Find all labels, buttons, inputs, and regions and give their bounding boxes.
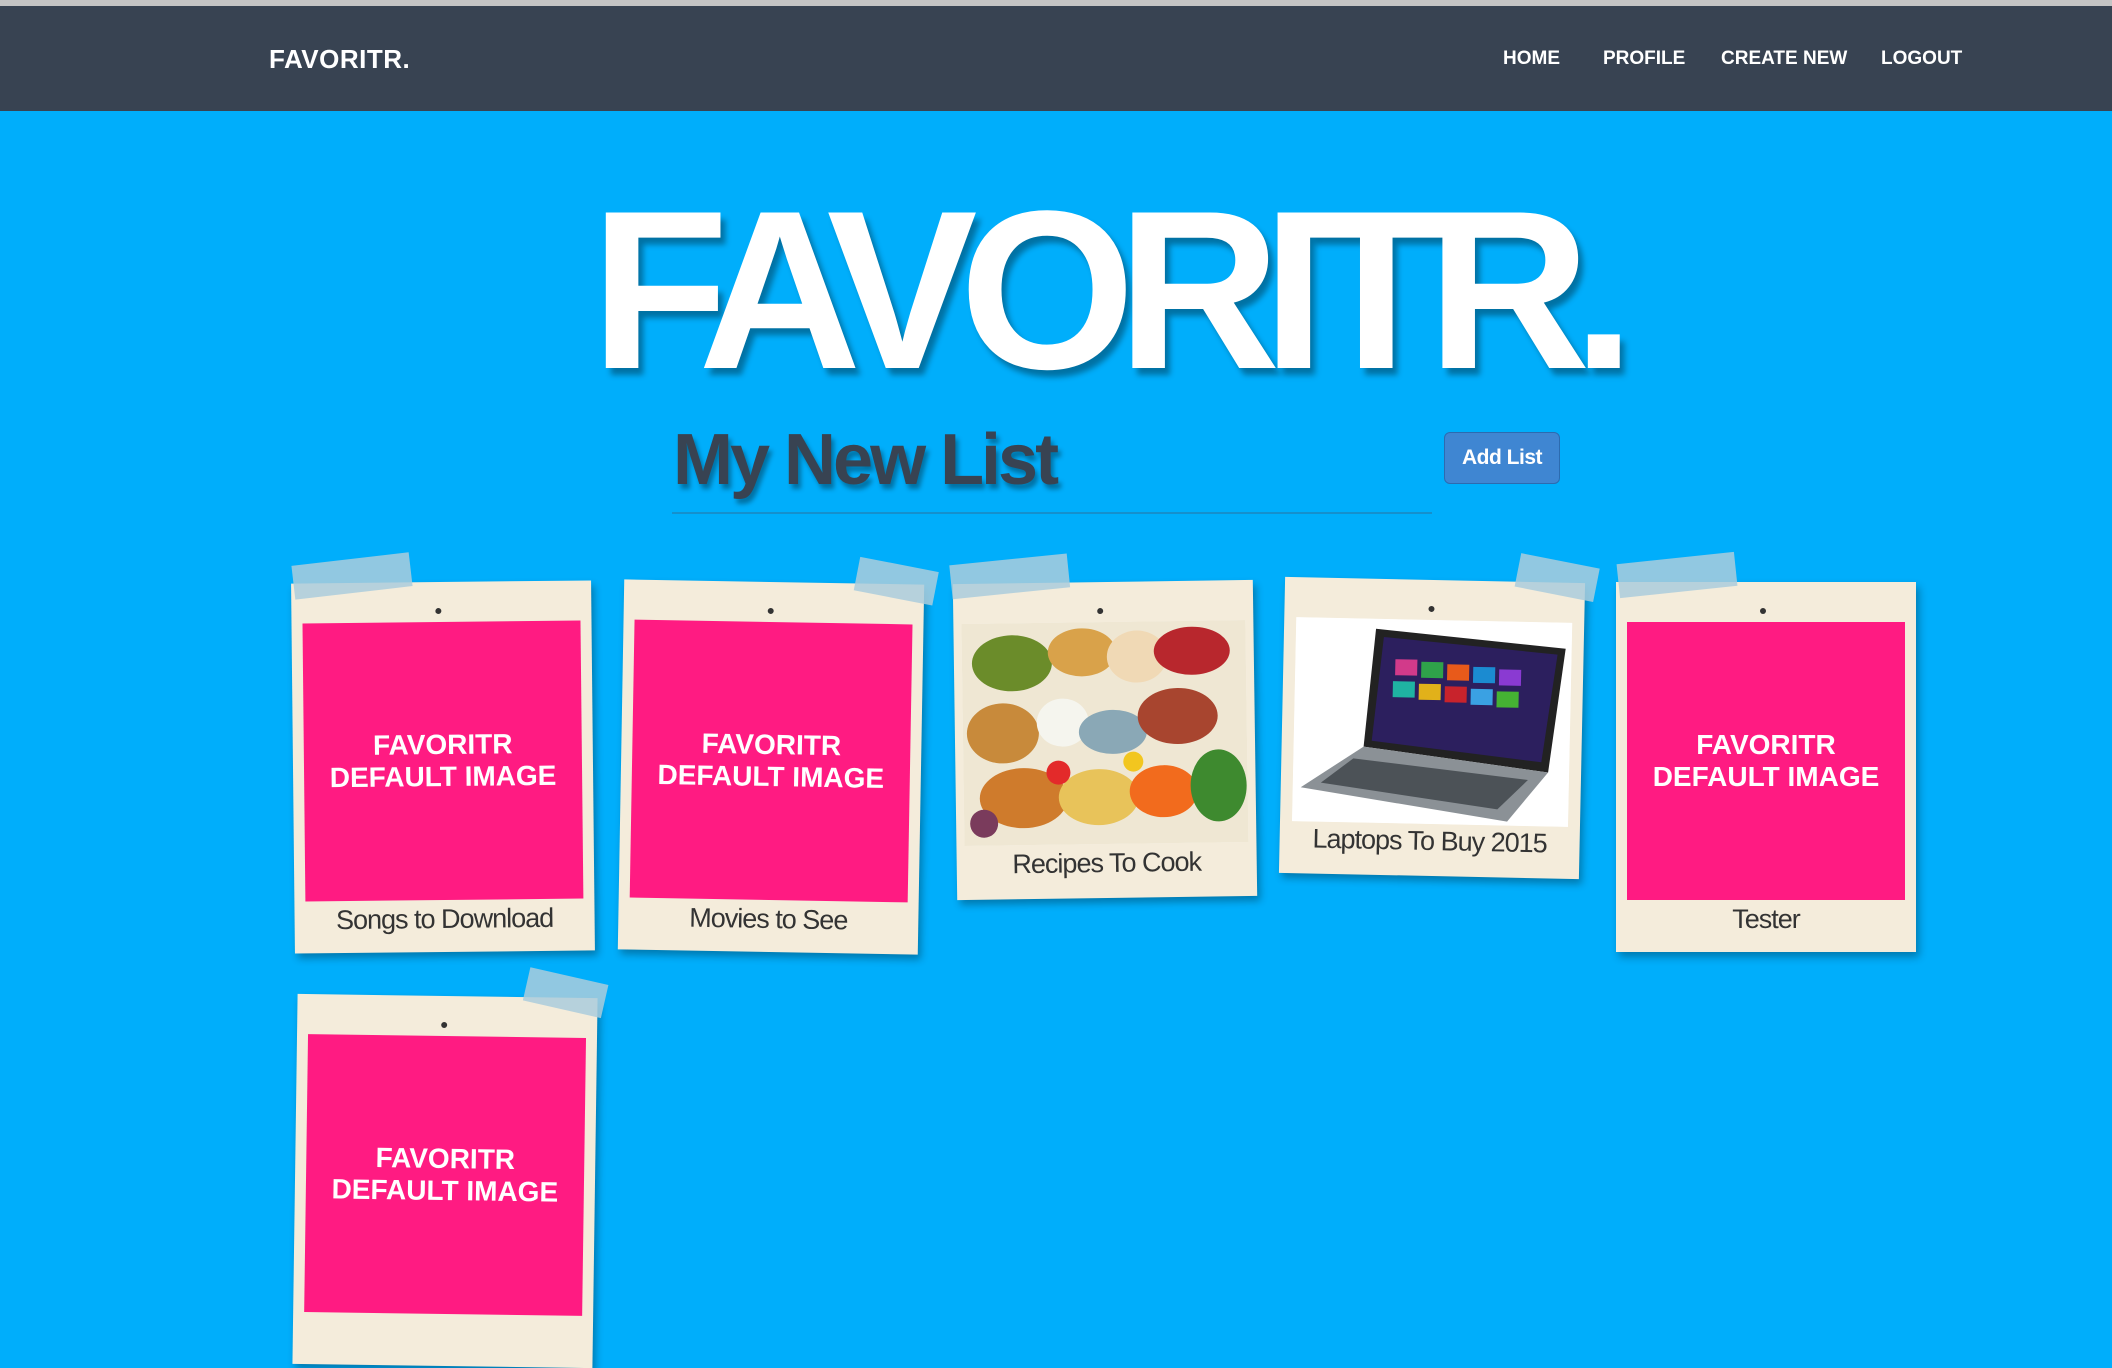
pin-icon xyxy=(441,1021,448,1029)
list-card-tester[interactable]: FAVORITR DEFAULT IMAGE Tester xyxy=(1616,551,1916,952)
default-image: FAVORITR DEFAULT IMAGE xyxy=(629,619,913,903)
nav-create-new-link[interactable]: CREATE NEW xyxy=(1721,48,1847,70)
tape xyxy=(853,556,939,606)
list-title: My New List xyxy=(673,420,1059,500)
navbar: FAVORITR. HOME PROFILE CREATE NEW LOGOUT xyxy=(0,6,2112,111)
nav-home-link[interactable]: HOME xyxy=(1503,48,1560,70)
laptop-photo-icon xyxy=(1292,617,1573,827)
tape xyxy=(522,967,609,1019)
default-image: FAVORITR DEFAULT IMAGE xyxy=(1627,622,1905,900)
default-image-line1: FAVORITR xyxy=(1696,729,1836,760)
card-caption: Recipes To Cook xyxy=(1012,846,1202,880)
card-caption: Movies to See xyxy=(689,902,848,936)
default-image-line2: DEFAULT IMAGE xyxy=(1652,761,1880,792)
pin-icon xyxy=(435,608,442,615)
pin-icon xyxy=(1760,608,1766,614)
pin-icon xyxy=(1428,605,1435,613)
hero-title: FAVORITR. xyxy=(590,163,1636,416)
default-image: FAVORITR DEFAULT IMAGE xyxy=(304,1034,587,1316)
tape xyxy=(949,553,1071,600)
default-image-line1: FAVORITR xyxy=(701,727,842,762)
default-image-line2: DEFAULT IMAGE xyxy=(331,1173,559,1208)
list-card-laptops[interactable]: Laptops To Buy 2015 xyxy=(1278,553,1600,880)
food-image xyxy=(961,620,1249,846)
food-photo-icon xyxy=(961,620,1249,846)
pin-icon xyxy=(1097,608,1104,615)
default-image: FAVORITR DEFAULT IMAGE xyxy=(302,620,584,902)
add-list-button[interactable]: Add List xyxy=(1444,432,1560,484)
default-image-line1: FAVORITR xyxy=(372,728,513,761)
list-card-recipes[interactable]: Recipes To Cook xyxy=(949,553,1258,901)
nav-links: HOME PROFILE CREATE NEW LOGOUT xyxy=(0,48,2112,78)
default-image-line2: DEFAULT IMAGE xyxy=(657,759,885,794)
card-caption: Tester xyxy=(1732,904,1801,934)
tape xyxy=(1514,553,1600,603)
card-caption: Laptops To Buy 2015 xyxy=(1312,823,1548,859)
pin-icon xyxy=(767,607,774,615)
laptop-image xyxy=(1292,617,1573,827)
list-title-divider xyxy=(672,512,1432,514)
list-card-untitled[interactable]: FAVORITR DEFAULT IMAGE xyxy=(292,967,609,1368)
tape xyxy=(291,552,413,600)
card-caption xyxy=(293,1316,593,1320)
tape xyxy=(1616,551,1738,599)
nav-logout-link[interactable]: LOGOUT xyxy=(1881,48,1962,70)
list-card-songs[interactable]: FAVORITR DEFAULT IMAGE Songs to Download xyxy=(291,552,595,954)
nav-profile-link[interactable]: PROFILE xyxy=(1603,48,1685,70)
default-image-line1: FAVORITR xyxy=(375,1142,516,1175)
default-image-line2: DEFAULT IMAGE xyxy=(329,759,557,794)
card-caption: Songs to Download xyxy=(335,902,554,936)
list-card-movies[interactable]: FAVORITR DEFAULT IMAGE Movies to See xyxy=(617,556,939,955)
